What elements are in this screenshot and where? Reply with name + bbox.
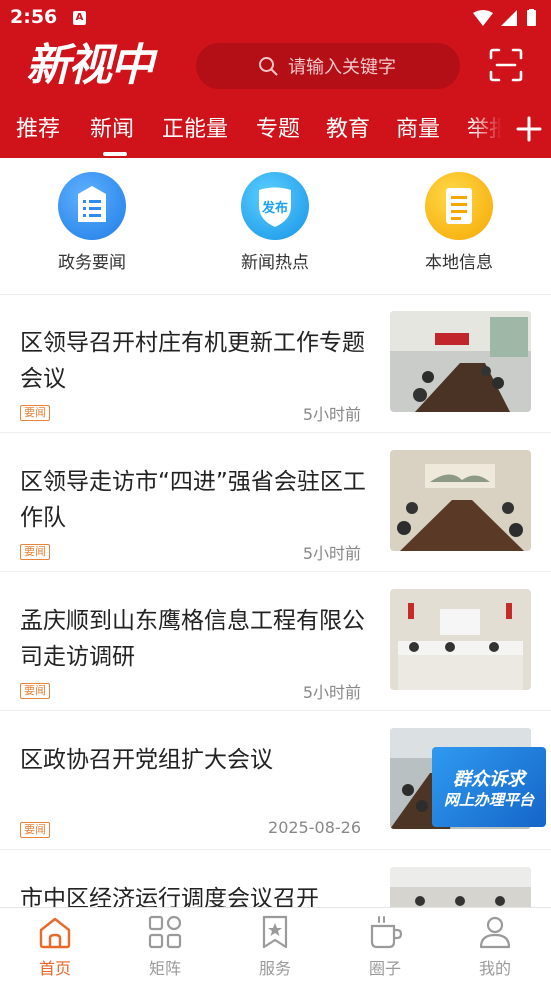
news-time: 5小时前 (302, 683, 361, 702)
selected-tab-indicator (103, 152, 127, 156)
banner-title: 群众诉求 (453, 769, 525, 790)
banner-subtitle: 网上办理平台 (443, 791, 534, 809)
user-icon (479, 916, 511, 949)
search-icon (259, 57, 278, 76)
news-item[interactable]: 市中区经济运行调度会议召开 (0, 851, 551, 907)
news-title: 区政协召开党组扩大会议 (20, 747, 273, 773)
news-thumbnail (390, 867, 531, 907)
tabs-fade (470, 104, 516, 158)
news-title: 区领导召开村庄有机更新工作专题会议 (20, 330, 365, 392)
news-item[interactable]: 区领导召开村庄有机更新工作专题会议 要闻 5小时前 (0, 295, 551, 433)
nav-services[interactable]: 服务 (235, 914, 315, 979)
news-time: 5小时前 (302, 405, 361, 424)
app-header: 2:56 A 新视中 请输入关键字 推荐 新闻 正能量 专题 教育 商量 举报 (0, 0, 551, 158)
nav-circle[interactable]: 圈子 (345, 914, 425, 979)
quick-link-label: 政务要闻 (58, 253, 126, 273)
publish-shield-icon: 发布 (241, 172, 309, 240)
system-status-icons (473, 9, 536, 26)
grid-icon (148, 915, 182, 949)
tab-discuss[interactable]: 商量 (396, 111, 440, 143)
notification-app-icon: A (73, 11, 86, 25)
news-time: 5小时前 (302, 544, 361, 563)
tab-recommend[interactable]: 推荐 (16, 111, 60, 143)
nav-home[interactable]: 首页 (15, 914, 95, 979)
document-list-icon (58, 172, 126, 240)
quick-links: 政务要闻 发布 新闻热点 本地信息 (0, 158, 551, 295)
note-icon (425, 172, 493, 240)
home-icon (39, 917, 71, 949)
news-title: 区领导走访市“四进”强省会驻区工作队 (20, 469, 366, 531)
category-tabs: 推荐 新闻 正能量 专题 教育 商量 举报 (0, 104, 551, 158)
nav-label: 我的 (478, 959, 511, 978)
news-tag: 要闻 (20, 544, 50, 560)
quick-link-label: 本地信息 (425, 253, 493, 273)
nav-profile[interactable]: 我的 (455, 914, 535, 979)
search-placeholder: 请输入关键字 (288, 57, 396, 78)
news-tag: 要闻 (20, 683, 50, 699)
status-bar: 2:56 A (0, 0, 551, 36)
tab-education[interactable]: 教育 (326, 111, 370, 143)
quick-link-government-news[interactable]: 政务要闻 (32, 172, 152, 273)
publish-badge-text: 发布 (261, 200, 288, 216)
tab-news[interactable]: 新闻 (90, 111, 134, 143)
news-tag: 要闻 (20, 822, 50, 838)
nav-matrix[interactable]: 矩阵 (125, 914, 205, 979)
news-title: 市中区经济运行调度会议召开 (20, 886, 319, 907)
app-logo: 新视中 (26, 40, 154, 91)
news-item[interactable]: 孟庆顺到山东鹰格信息工程有限公司走访调研 要闻 5小时前 (0, 573, 551, 711)
news-thumbnail (390, 450, 531, 551)
status-time: 2:56 (10, 6, 58, 28)
tab-topics[interactable]: 专题 (256, 111, 300, 143)
news-thumbnail (390, 589, 531, 690)
nav-label: 圈子 (368, 959, 401, 978)
news-tag: 要闻 (20, 405, 50, 421)
nav-label: 矩阵 (148, 959, 181, 978)
news-time: 2025-08-26 (268, 818, 361, 837)
bottom-navigation: 首页 矩阵 服务 圈子 我的 (0, 907, 551, 981)
add-tab-icon[interactable] (514, 114, 544, 144)
tab-positive-energy[interactable]: 正能量 (162, 111, 228, 143)
cup-icon (370, 916, 403, 949)
bookmark-star-icon (262, 915, 288, 949)
news-thumbnail (390, 311, 531, 412)
quick-link-hot-news[interactable]: 发布 新闻热点 (215, 172, 335, 273)
nav-label: 首页 (38, 959, 71, 978)
appeal-platform-banner[interactable]: 群众诉求 网上办理平台 (432, 747, 546, 827)
news-title: 孟庆顺到山东鹰格信息工程有限公司走访调研 (20, 608, 365, 670)
quick-link-label: 新闻热点 (241, 253, 309, 273)
nav-label: 服务 (258, 959, 291, 978)
news-item[interactable]: 区领导走访市“四进”强省会驻区工作队 要闻 5小时前 (0, 434, 551, 572)
search-input[interactable]: 请输入关键字 (196, 43, 460, 89)
quick-link-local-info[interactable]: 本地信息 (399, 172, 519, 273)
scan-icon[interactable] (488, 47, 524, 83)
